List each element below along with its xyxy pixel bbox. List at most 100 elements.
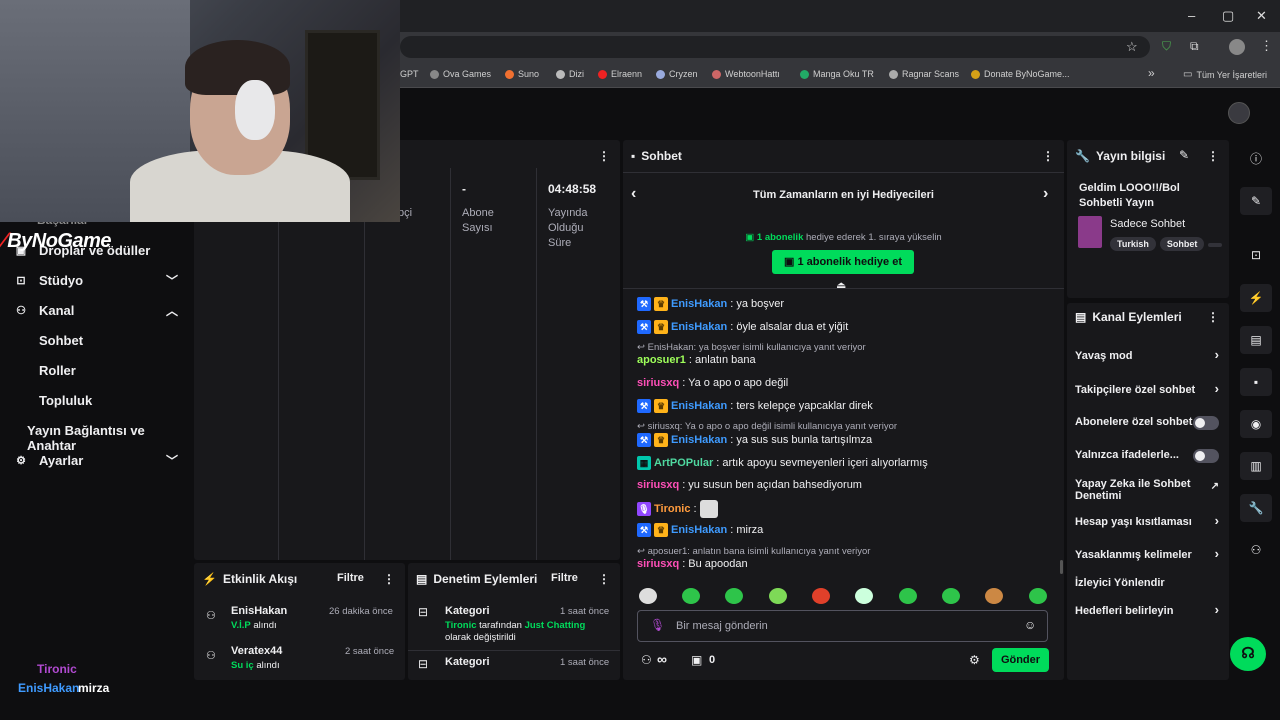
ai-moderation-action[interactable]: Yapay Zeka ile Sohbet Denetimi (1075, 478, 1191, 502)
bookmark-ragnar[interactable]: Ragnar Scans (889, 69, 959, 79)
menu-icon[interactable]: ⋮ (1260, 38, 1273, 54)
gift-icon: ▣ (745, 232, 757, 243)
chat-icon: ▪ (631, 149, 636, 163)
emote-button[interactable] (899, 588, 917, 604)
document-icon[interactable]: ▤ (1240, 326, 1272, 354)
chevron-right-icon[interactable]: › (1043, 185, 1048, 203)
shield-icon[interactable]: ⛉ (1162, 39, 1171, 54)
tag-list: Turkish Sohbet (1110, 236, 1226, 251)
tag[interactable]: Sohbet (1159, 237, 1205, 251)
bookmark-ovagames[interactable]: Ova Games (430, 69, 491, 79)
chat-bubble-icon[interactable]: ▪ (1240, 368, 1272, 396)
account-age-action[interactable]: Hesap yaşı kısıtlaması (1075, 516, 1192, 528)
extensions-icon[interactable]: ⧉ (1190, 39, 1199, 54)
scrollbar[interactable] (1060, 560, 1063, 574)
bookmark-mangaoku[interactable]: Manga Oku TR (800, 69, 874, 79)
external-link-icon[interactable]: ↗ (1211, 481, 1219, 492)
goals-action[interactable]: Hedefleri belirleyin (1075, 605, 1173, 617)
more-bookmarks-icon[interactable]: » (1148, 66, 1155, 80)
camera-icon[interactable]: ⊡ (1240, 241, 1272, 269)
tag[interactable] (1208, 243, 1223, 247)
reply-indicator: ↩ siriusxq: Ya o apo o apo değil isimli … (637, 421, 898, 432)
emote-button[interactable] (639, 588, 657, 604)
gift-sub-button[interactable]: ▣ 1 abonelik hediye et (772, 250, 914, 274)
kebab-icon[interactable]: ⋮ (598, 149, 610, 163)
uptime-value: 04:48:58 (548, 182, 597, 196)
emote-button[interactable] (682, 588, 700, 604)
stat-label-partial: pçi (398, 207, 413, 219)
chevron-right-icon[interactable]: › (1215, 602, 1219, 617)
pen-icon[interactable]: ✎ (1240, 187, 1272, 215)
maximize-icon[interactable]: ▢ (1222, 8, 1234, 24)
emote-button[interactable] (812, 588, 830, 604)
bookmark-dizi[interactable]: Dizi (556, 69, 584, 79)
chat-message: ⚒ ♛ EnisHakan: ya sus sus bunla tartışılmz… (637, 433, 872, 447)
nav-item-channel[interactable]: ⚇ Kanal ︿ (0, 295, 192, 325)
kebab-icon[interactable]: ⋮ (598, 572, 610, 586)
nav-item-settings[interactable]: ⚙ Ayarlar ﹀ (0, 445, 192, 475)
emote-button[interactable] (769, 588, 787, 604)
info-icon[interactable]: ⓘ (1240, 145, 1272, 173)
people-icon: ⚇ (206, 650, 216, 662)
nav-subitem-chat[interactable]: Sohbet (39, 333, 83, 348)
emote-button[interactable] (725, 588, 743, 604)
send-button[interactable]: Gönder (992, 648, 1049, 672)
minimize-icon[interactable]: – (1188, 8, 1195, 23)
emote-button[interactable] (855, 588, 873, 604)
chat-input-placeholder: Bir mesaj gönderin (676, 620, 768, 632)
nav-item-studio[interactable]: ⊡ Stüdyo ﹀ (0, 265, 192, 295)
tag[interactable]: Turkish (1110, 237, 1156, 251)
chat-message: aposuer1: anlatın bana (637, 354, 756, 366)
layout-icon[interactable]: ▥ (1240, 452, 1272, 480)
bookmark-gpt[interactable]: GPT (400, 69, 419, 79)
bookmark-webtoonhatti[interactable]: WebtoonHattı (712, 69, 780, 79)
bookmark-suno[interactable]: Suno (505, 69, 539, 79)
studio-icon: ⊡ (16, 274, 26, 287)
emoji-icon[interactable]: ☺ (1024, 618, 1036, 632)
profile-avatar[interactable] (1229, 39, 1245, 55)
chevron-right-icon[interactable]: › (1215, 513, 1219, 528)
nav-subitem-roles[interactable]: Roller (39, 363, 76, 378)
wrench-icon[interactable]: 🔧 (1240, 494, 1272, 522)
chevron-right-icon[interactable]: › (1215, 381, 1219, 396)
omnibox[interactable] (400, 36, 1150, 58)
bookmark-donate[interactable]: Donate ByNoGame... (971, 69, 1070, 79)
gear-icon[interactable]: ⚙ (969, 653, 980, 667)
chevron-right-icon[interactable]: › (1215, 347, 1219, 362)
bolt-icon[interactable]: ⚡ (1240, 284, 1272, 312)
slow-mode-action[interactable]: Yavaş mod (1075, 350, 1132, 362)
kebab-icon[interactable]: ⋮ (383, 572, 395, 586)
support-headset-icon[interactable]: ☊ (1230, 637, 1266, 671)
close-icon[interactable]: ✕ (1256, 8, 1267, 24)
chat-message: ⚒ ♛ EnisHakan: ya boşver (637, 297, 784, 311)
followers-only-action[interactable]: Takipçilere özel sohbet (1075, 384, 1195, 396)
banned-words-action[interactable]: Yasaklanmış kelimeler (1075, 549, 1192, 561)
kebab-icon[interactable]: ⋮ (1207, 310, 1219, 324)
subs-only-toggle[interactable] (1193, 416, 1219, 430)
collapse-icon[interactable]: ⏏ (836, 279, 846, 292)
category-icon: ⊟ (418, 657, 429, 671)
edit-icon[interactable]: ✎ (1179, 148, 1189, 162)
kebab-icon[interactable]: ⋮ (1042, 149, 1054, 163)
chevron-down-icon: ﹀ (165, 273, 178, 288)
bookmark-cryzen[interactable]: Cryzen (656, 69, 698, 79)
emotes-only-toggle[interactable] (1193, 449, 1219, 463)
chat-input[interactable]: 🎙 Bir mesaj gönderin ☺ (637, 610, 1048, 642)
activity-filter-button[interactable]: Filtre (337, 572, 364, 584)
category-icon: ⊟ (418, 605, 429, 619)
broadcast-icon[interactable]: ◉ (1240, 410, 1272, 438)
moderation-filter-button[interactable]: Filtre (551, 572, 578, 584)
bookmark-elraenn[interactable]: Elraenn (598, 69, 642, 79)
emote-button[interactable] (985, 588, 1003, 604)
emote-button[interactable] (1029, 588, 1047, 604)
channel-icon: ▤ (1075, 310, 1087, 324)
user-avatar[interactable] (1228, 102, 1250, 124)
raid-action[interactable]: İzleyici Yönlendir (1075, 577, 1165, 589)
emote-button[interactable] (942, 588, 960, 604)
people-icon[interactable]: ⚇ (1240, 536, 1272, 564)
chevron-right-icon[interactable]: › (1215, 546, 1219, 561)
all-bookmarks[interactable]: ▭ Tüm Yer İşaretleri (1183, 69, 1267, 80)
star-icon[interactable]: ☆ (1126, 39, 1138, 55)
kebab-icon[interactable]: ⋮ (1207, 149, 1219, 163)
nav-subitem-community[interactable]: Topluluk (39, 393, 92, 408)
